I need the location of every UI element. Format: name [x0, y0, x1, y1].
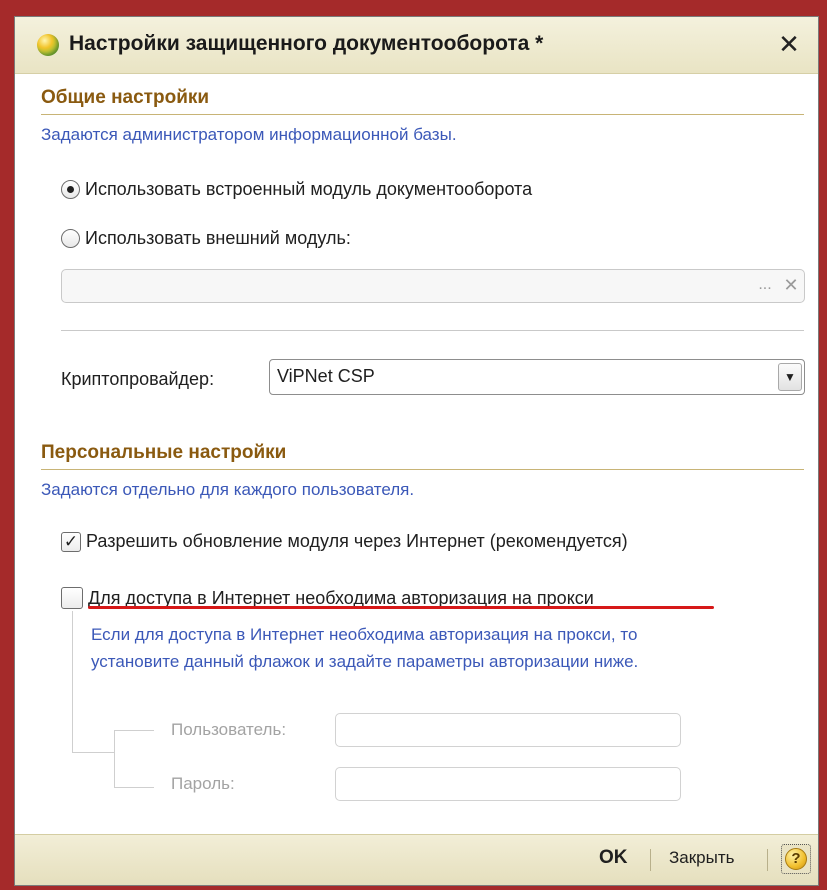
proxy-auth-note: Если для доступа в Интернет необходима а… [91, 621, 638, 675]
tree-line-password [114, 787, 154, 788]
close-button[interactable]: ✕ [776, 29, 802, 59]
proxy-user-label: Пользователь: [171, 720, 287, 739]
title-bar[interactable]: Настройки защищенного документооборота *… [15, 17, 818, 74]
crypto-provider-value: ViPNet CSP [277, 366, 375, 386]
external-module-path-field[interactable]: ... ✕ [61, 269, 805, 303]
separator-line [61, 330, 804, 331]
proxy-password-label: Пароль: [171, 774, 235, 793]
checkbox-update-module[interactable]: ✓ Разрешить обновление модуля через Инте… [61, 531, 628, 552]
checkbox-checked-icon[interactable]: ✓ [61, 531, 81, 552]
proxy-note-line-2: установите данный флажок и задайте парам… [91, 652, 639, 671]
tree-line-user [114, 730, 154, 731]
settings-dialog: Настройки защищенного документооборота *… [14, 16, 819, 886]
proxy-user-input[interactable] [335, 713, 681, 747]
checkbox-unchecked-icon[interactable] [61, 587, 83, 609]
general-settings-divider [41, 114, 804, 115]
help-icon: ? [785, 848, 807, 870]
radio-selected-icon[interactable] [61, 180, 80, 199]
crypto-provider-label: Криптопровайдер: [61, 369, 215, 389]
radio-external-module[interactable]: Использовать внешний модуль: [61, 228, 351, 249]
checkbox-update-label: Разрешить обновление модуля через Интерн… [86, 531, 628, 551]
personal-settings-heading: Персональные настройки [41, 442, 287, 463]
dropdown-arrow-icon[interactable]: ▼ [778, 363, 802, 391]
ok-button[interactable]: OK [599, 847, 628, 869]
tree-line-vertical [72, 611, 73, 752]
crypto-provider-select[interactable]: ViPNet CSP ▼ [269, 359, 805, 395]
dialog-footer: OK Закрыть ? [15, 834, 818, 885]
proxy-password-input[interactable] [335, 767, 681, 801]
radio-builtin-label: Использовать встроенный модуль документо… [85, 179, 533, 199]
radio-builtin-module[interactable]: Использовать встроенный модуль документо… [61, 179, 532, 200]
personal-settings-divider [41, 469, 804, 470]
close-dialog-button[interactable]: Закрыть [669, 848, 734, 868]
help-button[interactable]: ? [781, 844, 811, 874]
footer-separator [650, 849, 651, 871]
tree-line-branch [114, 730, 115, 787]
radio-unselected-icon[interactable] [61, 229, 80, 248]
general-settings-hint: Задаются администратором информационной … [41, 125, 457, 144]
radio-external-label: Использовать внешний модуль: [85, 228, 351, 248]
app-logo-icon [37, 34, 59, 56]
window-title: Настройки защищенного документооборота * [69, 32, 544, 55]
proxy-note-line-1: Если для доступа в Интернет необходима а… [91, 625, 638, 644]
tree-line-horizontal [72, 752, 114, 753]
general-settings-heading: Общие настройки [41, 87, 210, 108]
clear-button[interactable]: ✕ [778, 270, 804, 302]
personal-settings-hint: Задаются отдельно для каждого пользовате… [41, 480, 415, 499]
footer-separator [767, 849, 768, 871]
browse-button[interactable]: ... [752, 270, 778, 302]
annotation-underline [88, 606, 714, 609]
